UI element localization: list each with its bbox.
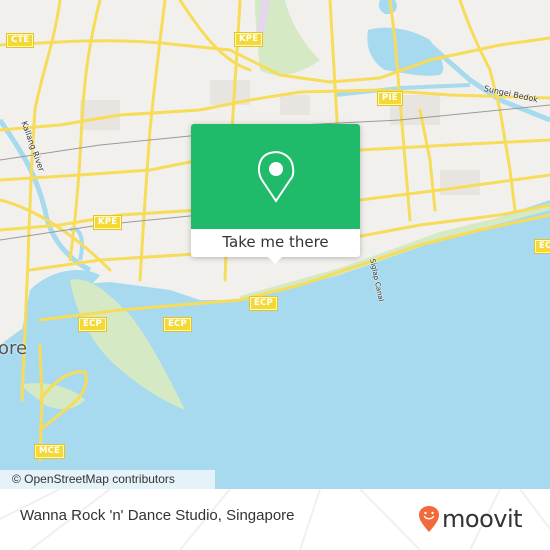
highway-shield-mce: MCE bbox=[35, 445, 65, 458]
highway-shield-cte: CTE bbox=[7, 34, 34, 47]
map-view[interactable]: CTE KPE PIE KPE ECP ECP ECP ECP MCE Kall… bbox=[0, 0, 550, 489]
highway-shield-ecp-4: ECP bbox=[535, 240, 550, 253]
highway-shield-ecp-2: ECP bbox=[164, 318, 191, 331]
city-label-singapore: ore bbox=[0, 338, 28, 359]
footer-bar: Wanna Rock 'n' Dance Studio, Singapore m… bbox=[0, 489, 550, 550]
place-name: Wanna Rock 'n' Dance Studio, Singapore bbox=[20, 507, 295, 524]
highway-shield-ecp-1: ECP bbox=[79, 318, 106, 331]
moovit-wordmark: moovit bbox=[442, 505, 523, 533]
highway-shield-pie: PIE bbox=[378, 92, 402, 105]
take-me-there-button[interactable]: Take me there bbox=[191, 229, 360, 257]
map-attribution[interactable]: © OpenStreetMap contributors bbox=[0, 470, 215, 489]
moovit-logo[interactable]: moovit bbox=[418, 499, 523, 539]
popup-header[interactable] bbox=[191, 124, 360, 229]
highway-shield-kpe-south: KPE bbox=[94, 216, 122, 229]
highway-shield-kpe-north: KPE bbox=[235, 33, 263, 46]
highway-shield-ecp-3: ECP bbox=[250, 297, 277, 310]
map-pin-icon bbox=[257, 151, 295, 203]
moovit-smile-pin-icon bbox=[419, 506, 439, 532]
popup-pointer bbox=[267, 256, 283, 264]
location-popup: Take me there bbox=[191, 124, 360, 264]
